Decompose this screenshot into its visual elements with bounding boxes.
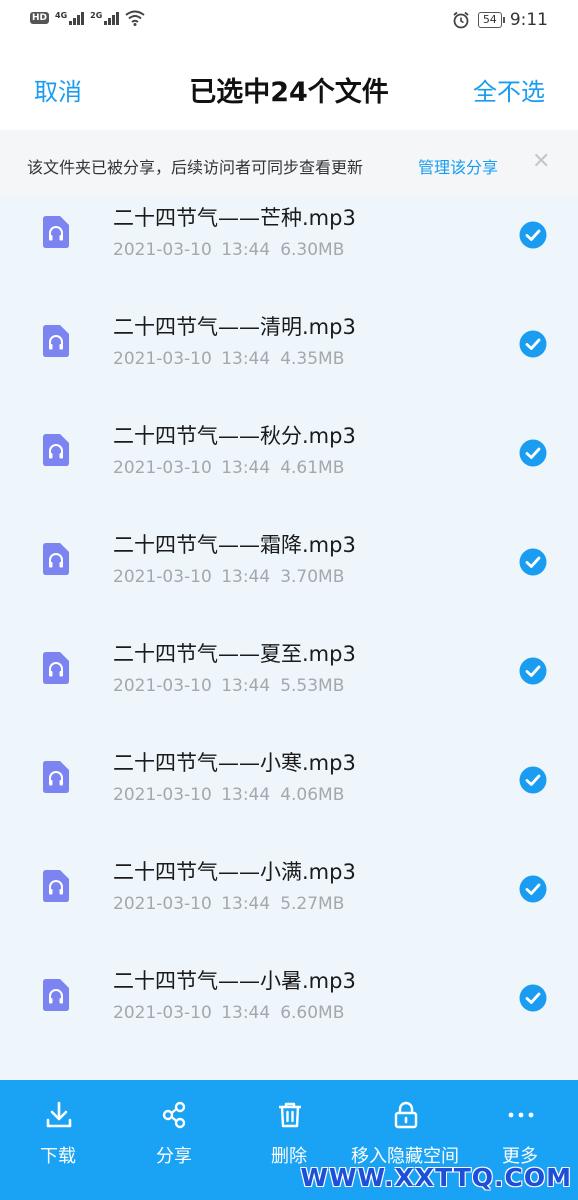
- check-circle-icon[interactable]: [519, 657, 547, 685]
- file-date: 2021-03-10 13:44: [113, 349, 271, 369]
- file-row[interactable]: 二十四节气——霜降.mp3 2021-03-10 13:44 3.70MB: [0, 515, 578, 624]
- app-header: 取消 已选中24个文件 全不选: [0, 44, 578, 130]
- check-circle-icon[interactable]: [519, 330, 547, 358]
- lock-icon: [394, 1101, 418, 1129]
- bottom-toolbar: 下载 分享 删除 移入隐藏空间 更多 WWW.XXTTQ.COM: [0, 1080, 578, 1200]
- file-meta: 2021-03-10 13:44 5.53MB: [113, 676, 344, 696]
- hd-badge: HD: [30, 12, 50, 24]
- file-name: 二十四节气——秋分.mp3: [113, 424, 356, 448]
- file-name: 二十四节气——小满.mp3: [113, 860, 356, 884]
- signal-4g-icon: 4G: [55, 11, 85, 25]
- file-row[interactable]: 二十四节气——小暑.mp3 2021-03-10 13:44 6.60MB: [0, 951, 578, 1060]
- audio-file-icon: [43, 434, 69, 466]
- file-meta: 2021-03-10 13:44 5.27MB: [113, 894, 344, 914]
- wifi-icon: [125, 10, 145, 26]
- file-size: 6.30MB: [280, 240, 345, 260]
- audio-file-icon: [43, 216, 69, 248]
- file-name: 二十四节气——霜降.mp3: [113, 533, 356, 557]
- check-circle-icon[interactable]: [519, 766, 547, 794]
- file-date: 2021-03-10 13:44: [113, 785, 271, 805]
- file-date: 2021-03-10 13:44: [113, 676, 271, 696]
- file-meta: 2021-03-10 13:44 4.35MB: [113, 349, 344, 369]
- banner-text: 该文件夹已被分享，后续访问者可同步查看更新: [27, 158, 364, 177]
- file-meta: 2021-03-10 13:44 6.30MB: [113, 240, 344, 260]
- file-name: 二十四节气——小暑.mp3: [113, 969, 356, 993]
- file-meta: 2021-03-10 13:44 3.70MB: [113, 567, 344, 587]
- file-row[interactable]: 二十四节气——夏至.mp3 2021-03-10 13:44 5.53MB: [0, 624, 578, 733]
- manage-share-link[interactable]: 管理该分享: [418, 154, 498, 178]
- status-bar: HD 4G 2G 54 9:11: [0, 0, 578, 44]
- audio-file-icon: [43, 979, 69, 1011]
- check-circle-icon[interactable]: [519, 984, 547, 1012]
- share-label: 分享: [156, 1146, 192, 1167]
- signal-2g-icon: 2G: [90, 11, 120, 25]
- file-date: 2021-03-10 13:44: [113, 458, 271, 478]
- trash-icon: [279, 1102, 301, 1128]
- share-banner: 该文件夹已被分享，后续访问者可同步查看更新 管理该分享 ✕: [0, 130, 578, 196]
- battery-indicator: 54: [477, 12, 505, 28]
- file-date: 2021-03-10 13:44: [113, 240, 271, 260]
- audio-file-icon: [43, 543, 69, 575]
- file-meta: 2021-03-10 13:44 4.06MB: [113, 785, 344, 805]
- banner-close-icon[interactable]: ✕: [532, 149, 550, 174]
- audio-file-icon: [43, 325, 69, 357]
- file-row[interactable]: 二十四节气——小寒.mp3 2021-03-10 13:44 4.06MB: [0, 733, 578, 842]
- file-size: 4.61MB: [280, 458, 345, 478]
- file-row[interactable]: 二十四节气——芒种.mp3 2021-03-10 13:44 6.30MB: [0, 196, 578, 297]
- file-size: 4.35MB: [280, 349, 345, 369]
- file-list: 二十四节气——芒种.mp3 2021-03-10 13:44 6.30MB 二十四节气…: [0, 196, 578, 1080]
- file-size: 6.60MB: [280, 1003, 345, 1023]
- file-row[interactable]: 二十四节气——清明.mp3 2021-03-10 13:44 4.35MB: [0, 297, 578, 406]
- file-date: 2021-03-10 13:44: [113, 1003, 271, 1023]
- file-name: 二十四节气——清明.mp3: [113, 315, 356, 339]
- check-circle-icon[interactable]: [519, 548, 547, 576]
- download-button[interactable]: 下载: [0, 1080, 116, 1200]
- file-size: 5.27MB: [280, 894, 345, 914]
- check-circle-icon[interactable]: [519, 875, 547, 903]
- download-icon: [46, 1101, 72, 1128]
- file-size: 3.70MB: [280, 567, 345, 587]
- file-name: 二十四节气——夏至.mp3: [113, 642, 356, 666]
- file-name: 二十四节气——小寒.mp3: [113, 751, 356, 775]
- share-icon: [162, 1101, 186, 1129]
- file-row[interactable]: 二十四节气——秋分.mp3 2021-03-10 13:44 4.61MB: [0, 406, 578, 515]
- audio-file-icon: [43, 761, 69, 793]
- status-left: HD 4G 2G: [30, 10, 145, 26]
- file-size: 4.06MB: [280, 785, 345, 805]
- file-meta: 2021-03-10 13:44 4.61MB: [113, 458, 344, 478]
- clock: 9:11: [509, 10, 548, 30]
- more-dots-icon: [508, 1112, 534, 1118]
- file-date: 2021-03-10 13:44: [113, 894, 271, 914]
- deselect-all-button[interactable]: 全不选: [473, 72, 545, 107]
- file-name: 二十四节气——芒种.mp3: [113, 206, 356, 230]
- file-size: 5.53MB: [280, 676, 345, 696]
- alarm-icon: [453, 11, 469, 29]
- file-meta: 2021-03-10 13:44 6.60MB: [113, 1003, 344, 1023]
- status-right: 54 9:11: [452, 10, 548, 30]
- file-row[interactable]: 二十四节气——小满.mp3 2021-03-10 13:44 5.27MB: [0, 842, 578, 951]
- share-button[interactable]: 分享: [116, 1080, 232, 1200]
- audio-file-icon: [43, 652, 69, 684]
- file-date: 2021-03-10 13:44: [113, 567, 271, 587]
- download-label: 下载: [40, 1146, 76, 1167]
- check-circle-icon[interactable]: [519, 439, 547, 467]
- check-circle-icon[interactable]: [519, 221, 547, 249]
- watermark: WWW.XXTTQ.COM: [300, 1163, 572, 1192]
- audio-file-icon: [43, 870, 69, 902]
